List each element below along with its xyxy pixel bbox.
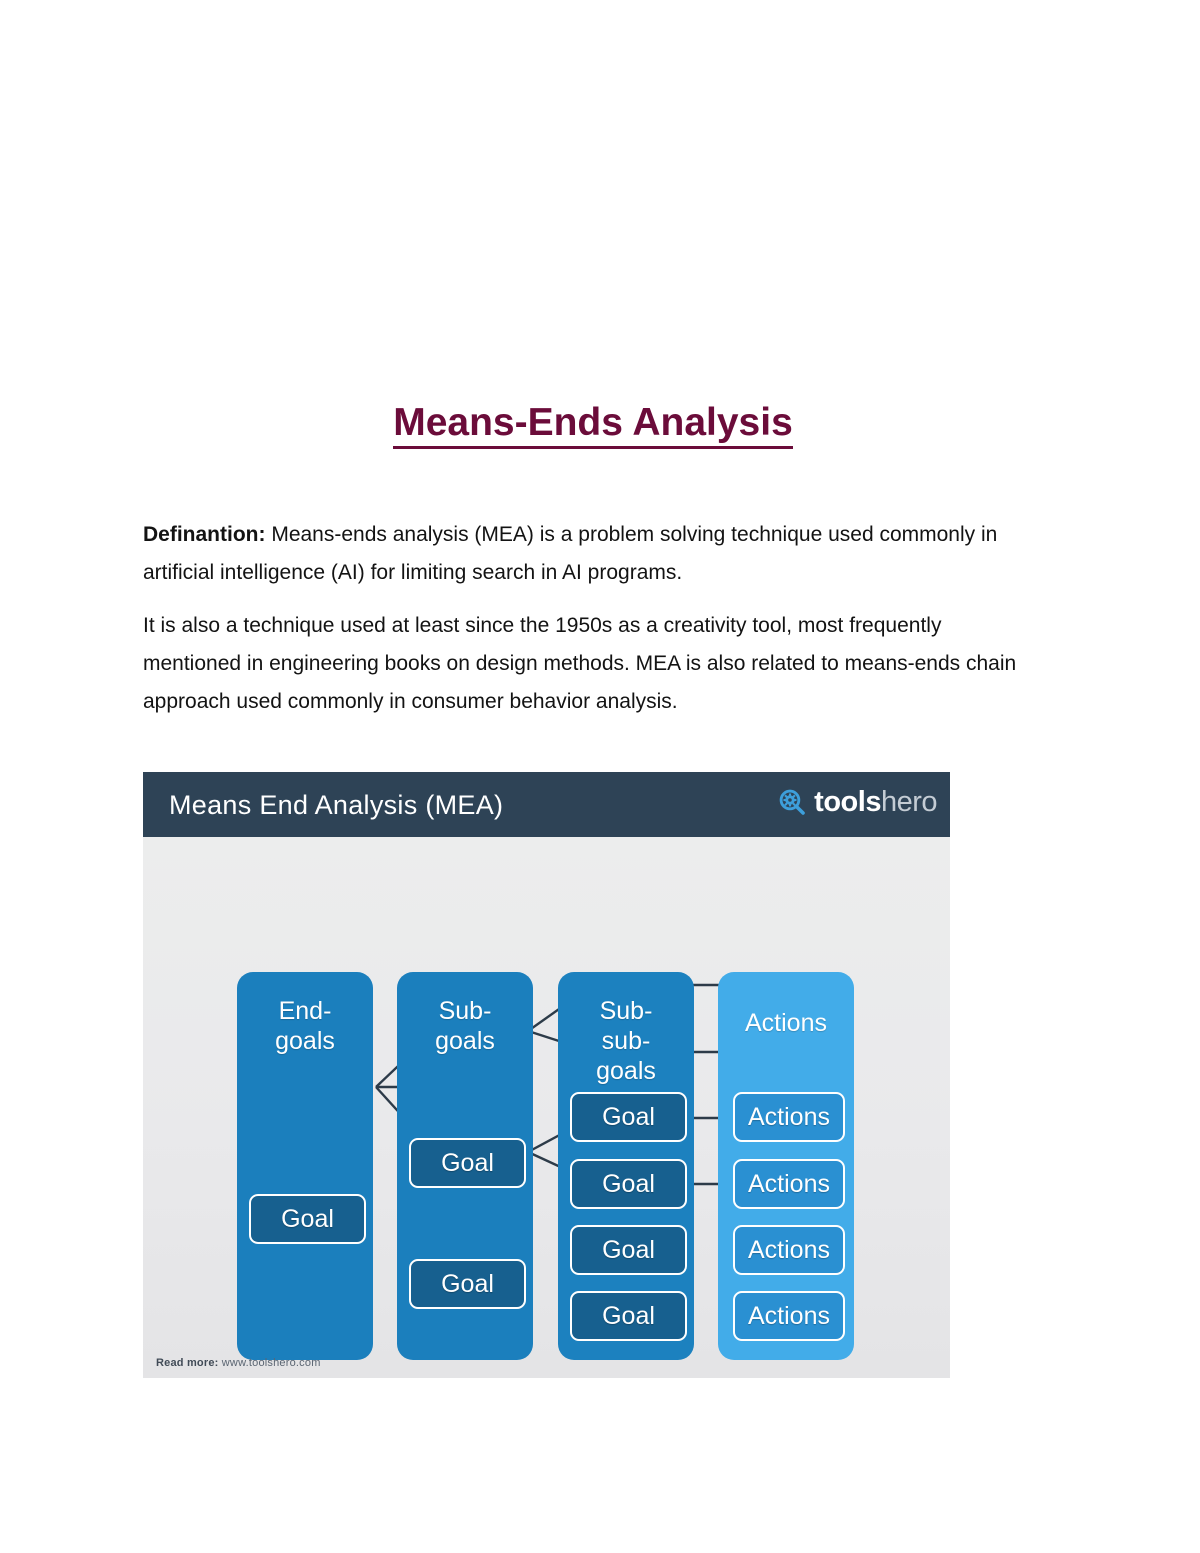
node-label: Goal <box>281 1204 334 1233</box>
read-more-url[interactable]: www.toolshero.com <box>219 1357 321 1369</box>
column-label-actions: Actions <box>745 1009 827 1037</box>
node-label: Goal <box>602 1301 655 1330</box>
brand-wordmark: toolshero <box>814 786 937 818</box>
brand-hero: hero <box>880 786 938 818</box>
node-label: Actions <box>748 1102 830 1131</box>
definition-body: Means-ends analysis (MEA) is a problem s… <box>143 523 998 584</box>
node-action-4[interactable]: Actions <box>733 1291 845 1341</box>
node-action-2[interactable]: Actions <box>733 1159 845 1209</box>
node-sub-goal-2[interactable]: Goal <box>409 1259 526 1309</box>
node-end-goal-1[interactable]: Goal <box>249 1194 366 1244</box>
column-label-sub-goals: Sub-goals <box>435 997 495 1055</box>
document-page: Means-Ends Analysis Definantion: Means-e… <box>0 0 1200 1553</box>
node-action-3[interactable]: Actions <box>733 1225 845 1275</box>
page-title: Means-Ends Analysis <box>143 398 1043 450</box>
read-more-label: Read more: <box>156 1357 219 1369</box>
node-action-1[interactable]: Actions <box>733 1092 845 1142</box>
node-sub-sub-goal-4[interactable]: Goal <box>570 1291 687 1341</box>
node-label: Actions <box>748 1169 830 1198</box>
mea-infographic: Means End Analysis (MEA) toolshero End- … <box>143 772 950 1378</box>
infographic-canvas: End-goals Goal Sub-goals Goal Goal Sub-s… <box>143 837 950 1378</box>
column-label-sub-sub-goals: Sub-sub-goals <box>596 997 656 1085</box>
node-sub-sub-goal-1[interactable]: Goal <box>570 1092 687 1142</box>
node-label: Goal <box>602 1102 655 1131</box>
node-label: Actions <box>748 1301 830 1330</box>
node-label: Actions <box>748 1235 830 1264</box>
node-sub-goal-1[interactable]: Goal <box>409 1138 526 1188</box>
page-title-text: Means-Ends Analysis <box>393 401 793 450</box>
node-label: Goal <box>602 1235 655 1264</box>
magnifier-gear-icon <box>779 789 806 816</box>
definition-lead-suffix: : <box>258 523 272 546</box>
paragraph-history: It is also a technique used at least sin… <box>143 607 1043 721</box>
infographic-header: Means End Analysis (MEA) toolshero <box>143 772 950 837</box>
column-label-end-goals: End-goals <box>275 997 335 1055</box>
history-body: It is also a technique used at least sin… <box>143 614 1017 713</box>
toolshero-logo: toolshero <box>779 786 938 818</box>
node-label: Goal <box>602 1169 655 1198</box>
column-end-goals[interactable]: End-goals <box>237 972 373 1360</box>
read-more-footer[interactable]: Read more: www.toolshero.com <box>156 1357 321 1369</box>
node-sub-sub-goal-2[interactable]: Goal <box>570 1159 687 1209</box>
paragraph-definition: Definantion: Means-ends analysis (MEA) i… <box>143 516 1043 592</box>
node-label: Goal <box>441 1269 494 1298</box>
infographic-title: Means End Analysis (MEA) <box>169 790 504 820</box>
brand-tools: tools <box>814 786 881 818</box>
node-label: Goal <box>441 1148 494 1177</box>
node-sub-sub-goal-3[interactable]: Goal <box>570 1225 687 1275</box>
definition-lead: Definantion <box>143 523 259 546</box>
